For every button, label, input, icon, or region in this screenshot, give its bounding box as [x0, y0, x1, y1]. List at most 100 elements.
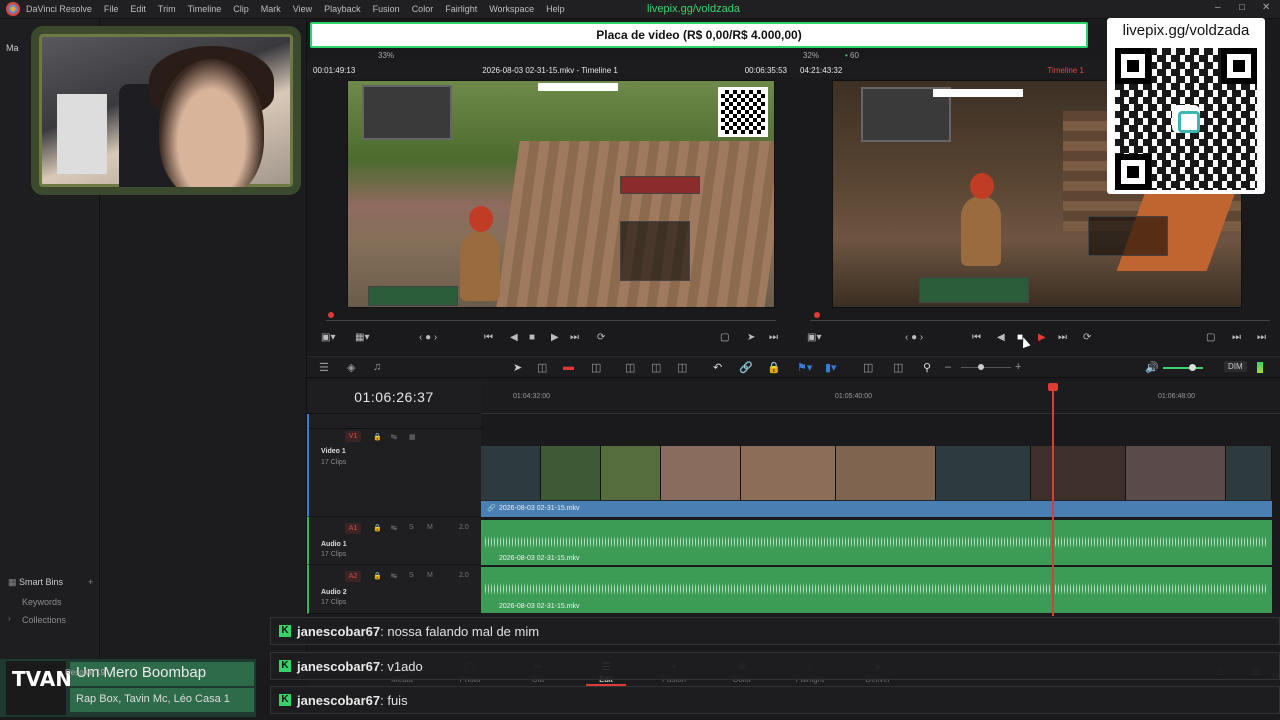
mute-button[interactable]: M: [427, 524, 433, 531]
program-timeline-name[interactable]: Timeline 1: [1047, 66, 1084, 75]
auto-select-icon[interactable]: ↹: [391, 572, 397, 580]
lock-icon[interactable]: 🔒: [767, 361, 781, 374]
menu-trim[interactable]: Trim: [158, 4, 176, 14]
replace-icon[interactable]: ◫: [677, 361, 687, 374]
menu-color[interactable]: Color: [412, 4, 434, 14]
blade-icon[interactable]: ▬: [563, 361, 574, 373]
clip-thumbnail[interactable]: [1031, 446, 1126, 500]
program-loop-icon[interactable]: ⟳: [1083, 331, 1091, 345]
track-tag-v1[interactable]: V1: [345, 431, 361, 442]
clip-thumbnail[interactable]: [541, 446, 601, 500]
clip-thumbnail[interactable]: [836, 446, 936, 500]
zoom-out-icon[interactable]: –: [945, 361, 951, 373]
source-zoom[interactable]: 33%: [378, 48, 394, 62]
maximize-icon[interactable]: □: [1239, 2, 1245, 13]
snap-icon[interactable]: ↶: [713, 361, 722, 374]
dynamic-trim-icon[interactable]: ◫: [591, 361, 601, 374]
jog-icon[interactable]: ‹ ● ›: [419, 331, 437, 345]
clip-thumbnail[interactable]: [936, 446, 1031, 500]
program-prev-frame-icon[interactable]: ◀: [997, 331, 1005, 345]
zoom-icon[interactable]: ⚲: [923, 361, 931, 374]
audio-track-a1[interactable]: 2026-08-03 02-31-15.mkv: [481, 520, 1272, 565]
link-icon[interactable]: 🔗: [739, 361, 753, 374]
program-next-icon[interactable]: ⏭: [1232, 331, 1241, 345]
menu-view[interactable]: View: [293, 4, 312, 14]
menu-workspace[interactable]: Workspace: [489, 4, 534, 14]
last-frame-icon[interactable]: ⏭: [570, 331, 579, 345]
sidebar-item-keywords[interactable]: Keywords: [22, 597, 62, 607]
program-playhead[interactable]: [814, 312, 820, 318]
clip-thumbnail[interactable]: [481, 446, 541, 500]
first-frame-icon[interactable]: ⏮: [484, 331, 493, 345]
dim-button[interactable]: DIM: [1224, 361, 1247, 372]
track-header-a2[interactable]: A2 🔒 ↹ S M 2.0 Audio 2 17 Clips: [307, 565, 481, 614]
prev-frame-icon[interactable]: ◀: [510, 331, 518, 345]
menu-fusion[interactable]: Fusion: [373, 4, 400, 14]
program-zoom[interactable]: 32%: [803, 48, 819, 62]
close-icon[interactable]: ✕: [1262, 2, 1270, 13]
timeline-playhead[interactable]: [1052, 383, 1054, 616]
clip-thumbnail[interactable]: [1126, 446, 1226, 500]
layout-icon[interactable]: ☰: [319, 361, 329, 374]
add-icon[interactable]: +: [88, 577, 93, 587]
video-clip-label[interactable]: 🔗 2026-08-03 02-31-15.mkv: [481, 501, 1272, 517]
timeline-current-timecode[interactable]: 01:06:26:37: [354, 389, 433, 405]
inout-icon[interactable]: ▦▾: [355, 331, 369, 345]
menu-clip[interactable]: Clip: [233, 4, 249, 14]
source-clip-title[interactable]: 2026-08-03 02-31-15.mkv - Timeline 1: [482, 66, 618, 75]
zoom-detail-icon[interactable]: ◫: [893, 361, 903, 374]
volume-slider-handle[interactable]: [1189, 364, 1196, 371]
minimize-icon[interactable]: –: [1215, 2, 1221, 13]
program-match-frame-icon[interactable]: ▢: [1206, 331, 1215, 345]
zoom-in-icon[interactable]: +: [1015, 361, 1021, 373]
zoom-full-icon[interactable]: ◫: [863, 361, 873, 374]
sidebar-top-label[interactable]: Ma: [6, 43, 19, 53]
loop-icon[interactable]: ⟳: [597, 331, 605, 345]
clip-thumbnail[interactable]: [741, 446, 836, 500]
audio-track-a2[interactable]: 2026-08-03 02-31-15.mkv: [481, 567, 1272, 613]
match-frame-icon[interactable]: ▢: [720, 331, 729, 345]
menu-file[interactable]: File: [104, 4, 119, 14]
auto-select-icon[interactable]: ↹: [391, 524, 397, 532]
insert-icon[interactable]: ◫: [625, 361, 635, 374]
program-end-icon[interactable]: ⏭: [1257, 331, 1266, 345]
smart-bins-header[interactable]: ▦ Smart Bins +: [8, 577, 93, 588]
program-scrubber[interactable]: [806, 312, 1272, 332]
selection-icon[interactable]: ➤: [513, 361, 522, 374]
track-header-v1[interactable]: V1 🔒 ↹ ▦ Video 1 17 Clips: [307, 414, 483, 517]
menu-timeline[interactable]: Timeline: [188, 4, 222, 14]
menu-edit[interactable]: Edit: [130, 4, 146, 14]
trim-icon[interactable]: ◫: [537, 361, 547, 374]
play-icon[interactable]: ▶: [551, 331, 559, 345]
mic-icon[interactable]: ♫: [373, 361, 381, 373]
mute-button[interactable]: M: [427, 572, 433, 579]
sidebar-item-collections[interactable]: Collections: [22, 615, 66, 625]
track-tag-a1[interactable]: A1: [345, 523, 361, 534]
volume-icon[interactable]: 🔊: [1145, 361, 1159, 374]
mark-icon[interactable]: ➤: [747, 331, 755, 345]
program-options-icon[interactable]: ▣▾: [807, 331, 821, 345]
menu-fairlight[interactable]: Fairlight: [445, 4, 477, 14]
timeline-ruler[interactable]: 01:04:32:00 01:05:40:00 01:06:48:00: [481, 380, 1280, 414]
track-header-a1[interactable]: A1 🔒 ↹ S M 2.0 Audio 1 17 Clips: [307, 517, 481, 565]
color-icon[interactable]: ◈: [347, 361, 355, 374]
zoom-slider[interactable]: [961, 367, 1011, 368]
menu-playback[interactable]: Playback: [324, 4, 361, 14]
solo-button[interactable]: S: [409, 572, 414, 579]
viewer-options-icon[interactable]: ▣▾: [321, 331, 335, 345]
lock-icon[interactable]: 🔒: [373, 572, 382, 580]
zoom-slider-handle[interactable]: [978, 364, 984, 370]
menu-help[interactable]: Help: [546, 4, 565, 14]
volume-slider[interactable]: [1163, 367, 1203, 369]
source-playhead[interactable]: [328, 312, 334, 318]
program-play-icon[interactable]: ▶: [1038, 331, 1046, 345]
next-edit-icon[interactable]: ⏭: [769, 331, 778, 345]
stop-icon[interactable]: ■: [529, 331, 535, 345]
program-first-frame-icon[interactable]: ⏮: [972, 331, 981, 345]
marker-icon[interactable]: ▮▾: [825, 361, 837, 374]
lock-icon[interactable]: 🔒: [373, 524, 382, 532]
clip-thumbnail[interactable]: [1226, 446, 1272, 500]
solo-button[interactable]: S: [409, 524, 414, 531]
program-last-frame-icon[interactable]: ⏭: [1058, 331, 1067, 345]
chevron-right-icon[interactable]: ›: [8, 614, 11, 623]
